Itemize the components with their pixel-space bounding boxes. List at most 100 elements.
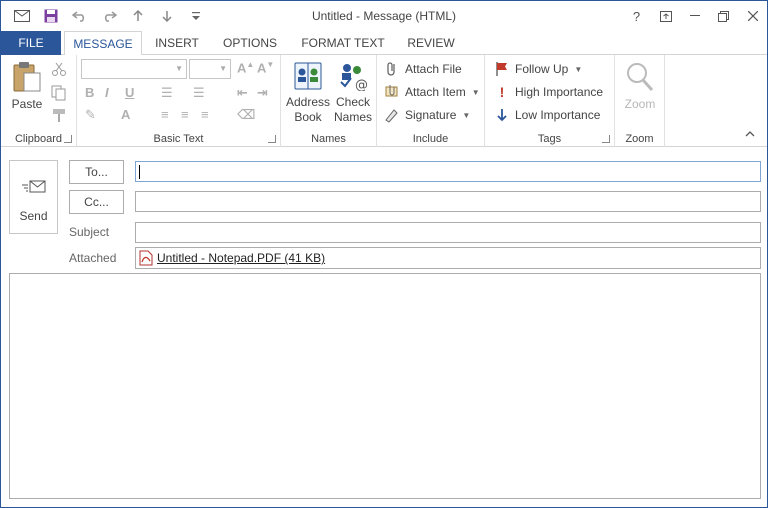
high-importance-label: High Importance: [515, 85, 604, 99]
subject-label: Subject: [69, 225, 110, 239]
collapse-ribbon-icon[interactable]: [745, 129, 755, 140]
attach-file-button[interactable]: Attach File: [385, 61, 462, 77]
help-button[interactable]: ?: [622, 1, 651, 31]
chevron-down-icon: ▼: [219, 64, 227, 73]
address-book-button[interactable]: Address Book: [285, 61, 331, 125]
tab-file[interactable]: FILE: [1, 31, 61, 55]
align-right-icon[interactable]: ≡: [201, 107, 209, 122]
signature-icon: [385, 109, 398, 123]
window-controls: ?: [622, 1, 767, 31]
bullets-icon[interactable]: ☰: [161, 85, 173, 101]
font-size-combo[interactable]: ▼: [189, 59, 231, 79]
clear-formatting-icon[interactable]: ⌫: [237, 107, 255, 123]
send-button[interactable]: Send: [9, 160, 58, 234]
basic-text-group: ▼ ▼ A▲ A▼ B I U ☰ ☰ ⇤ ⇥ ✎ A ≡ ≡ ≡ ⌫ Basi…: [77, 55, 281, 147]
title-bar: Untitled - Message (HTML) ?: [1, 1, 767, 31]
align-center-icon[interactable]: ≡: [181, 107, 189, 122]
close-icon[interactable]: [738, 1, 767, 31]
format-painter-icon[interactable]: [51, 107, 67, 126]
paste-button[interactable]: Paste: [7, 61, 47, 112]
address-book-label-line2: Book: [294, 110, 322, 124]
attach-file-label: Attach File: [405, 62, 462, 76]
tab-message[interactable]: MESSAGE: [64, 31, 142, 56]
decrease-indent-icon[interactable]: ⇤: [237, 85, 248, 101]
low-importance-button[interactable]: Low Importance: [495, 107, 600, 123]
chevron-down-icon: ▼: [175, 64, 183, 73]
zoom-button[interactable]: Zoom: [617, 61, 663, 112]
signature-button[interactable]: Signature ▼: [385, 107, 470, 123]
undo-icon[interactable]: [65, 6, 94, 26]
increase-indent-icon[interactable]: ⇥: [257, 85, 268, 101]
tab-review[interactable]: REVIEW: [401, 31, 461, 55]
message-body[interactable]: [9, 273, 761, 499]
shrink-font-icon[interactable]: A▼: [257, 60, 274, 75]
address-book-icon: [294, 62, 322, 90]
to-field[interactable]: [135, 161, 761, 182]
follow-up-button[interactable]: Follow Up ▼: [495, 61, 582, 77]
svg-text:@: @: [355, 78, 368, 91]
tags-launcher-icon[interactable]: [602, 135, 610, 143]
zoom-label: Zoom: [624, 97, 656, 111]
font-name-combo[interactable]: ▼: [81, 59, 187, 79]
cc-field[interactable]: [135, 191, 761, 212]
subject-field[interactable]: [135, 222, 761, 243]
redo-icon[interactable]: [94, 6, 123, 26]
chevron-down-icon: ▼: [471, 87, 480, 97]
attachment-name: Untitled - Notepad.PDF (41 KB): [157, 251, 326, 265]
attached-label: Attached: [69, 251, 117, 265]
customize-icon[interactable]: [181, 6, 210, 26]
flag-icon: [496, 62, 507, 76]
include-group: Attach File Attach Item ▼ Signature ▼ In…: [377, 55, 485, 147]
pdf-icon: [139, 250, 153, 266]
message-window: Untitled - Message (HTML) ? FILE MESSAGE…: [0, 0, 768, 508]
clipboard-launcher-icon[interactable]: [64, 135, 72, 143]
check-names-icon: @: [340, 64, 368, 93]
underline-icon[interactable]: U: [125, 85, 134, 100]
send-label: Send: [19, 209, 48, 223]
tab-options[interactable]: OPTIONS: [216, 31, 284, 55]
high-importance-button[interactable]: ! High Importance: [495, 84, 603, 100]
quick-access-toolbar: [7, 6, 210, 26]
signature-label: Signature: [405, 108, 457, 122]
basic-text-launcher-icon[interactable]: [268, 135, 276, 143]
up-arrow-icon[interactable]: [123, 6, 152, 26]
minimize-icon[interactable]: [680, 1, 709, 31]
italic-icon[interactable]: I: [105, 85, 109, 100]
font-color-icon[interactable]: A: [121, 107, 130, 122]
grow-font-icon[interactable]: A▲: [237, 60, 254, 75]
attach-item-button[interactable]: Attach Item ▼: [385, 84, 480, 100]
paste-label: Paste: [11, 97, 43, 111]
tab-format-text[interactable]: FORMAT TEXT: [295, 31, 391, 55]
basic-text-group-label: Basic Text: [153, 133, 204, 145]
restore-icon[interactable]: [709, 1, 738, 31]
tags-group: Follow Up ▼ ! High Importance Low Import…: [485, 55, 615, 147]
text-cursor: [139, 165, 140, 179]
bold-icon[interactable]: B: [85, 85, 94, 100]
copy-icon[interactable]: [51, 85, 67, 104]
to-button[interactable]: To...: [69, 160, 124, 184]
address-book-label-line1: Address: [285, 95, 331, 109]
check-names-label-line1: Check: [335, 95, 370, 109]
ribbon-display-icon[interactable]: [651, 1, 680, 31]
clipboard-group: Paste Clipboard: [1, 55, 77, 147]
low-importance-label: Low Importance: [515, 108, 601, 122]
attached-field: Untitled - Notepad.PDF (41 KB): [135, 247, 761, 269]
paste-icon: [13, 62, 41, 92]
attach-item-icon: [385, 85, 398, 97]
highlight-icon[interactable]: ✎: [85, 107, 96, 123]
cut-icon[interactable]: [51, 61, 67, 80]
include-group-label: Include: [412, 133, 449, 145]
down-arrow-icon: [497, 109, 507, 122]
align-left-icon[interactable]: ≡: [161, 107, 169, 122]
attachment-item[interactable]: Untitled - Notepad.PDF (41 KB): [139, 250, 325, 266]
paperclip-icon: [387, 62, 395, 76]
cc-button[interactable]: Cc...: [69, 190, 124, 214]
tab-insert[interactable]: INSERT: [149, 31, 205, 55]
magnifier-icon: [627, 63, 654, 92]
numbering-icon[interactable]: ☰: [193, 85, 205, 101]
check-names-button[interactable]: @ Check Names: [331, 61, 375, 125]
chevron-down-icon: ▼: [462, 110, 471, 120]
down-arrow-icon[interactable]: [152, 6, 181, 26]
save-icon[interactable]: [36, 6, 65, 26]
mail-icon[interactable]: [7, 6, 36, 26]
